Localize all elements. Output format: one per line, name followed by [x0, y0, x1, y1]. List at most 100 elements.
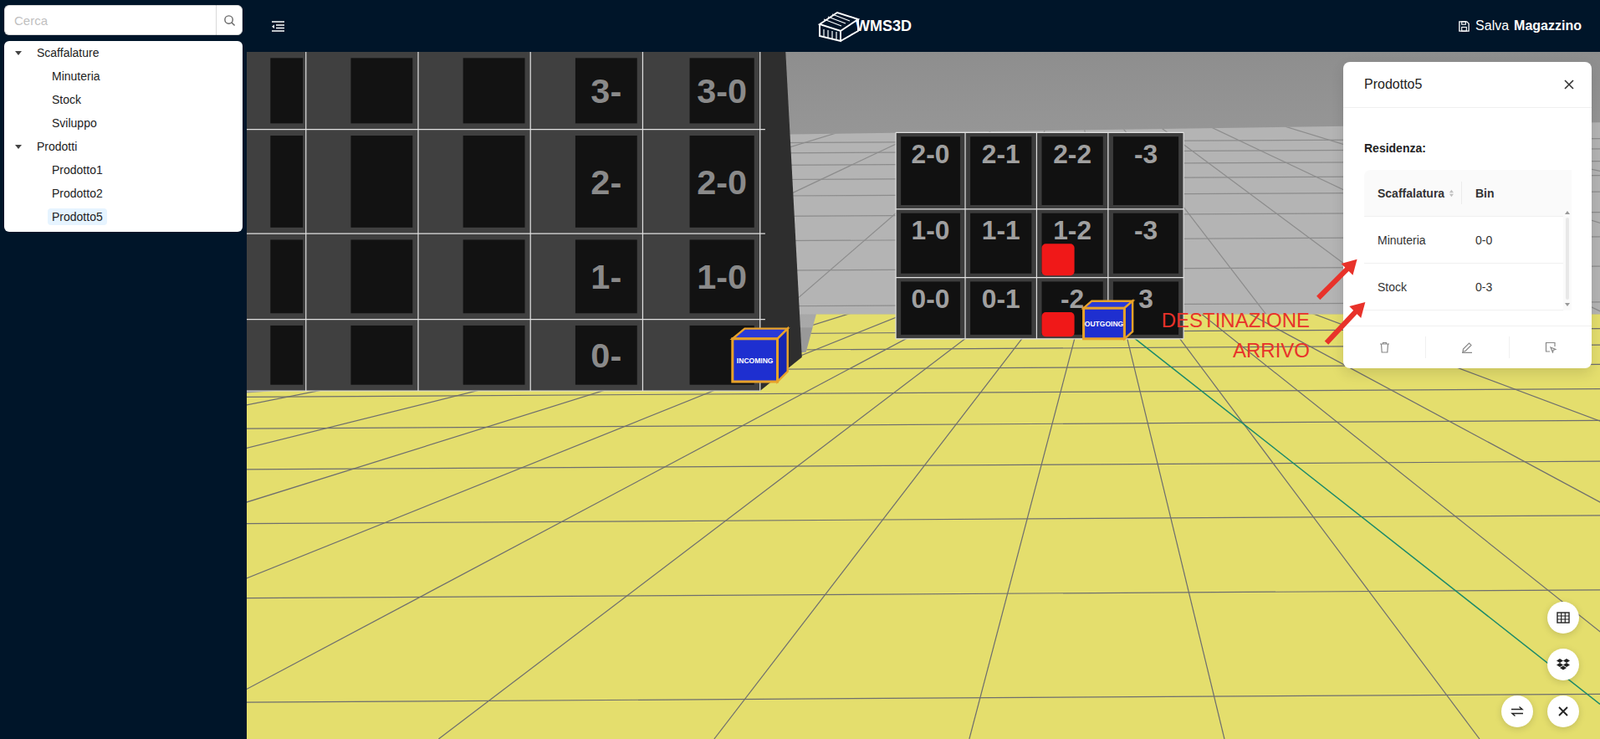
caret-icon[interactable] [14, 142, 23, 151]
sort-icon[interactable] [1448, 188, 1455, 199]
swap-icon [1510, 705, 1524, 717]
select-icon [1544, 341, 1557, 353]
tree-group[interactable]: Scaffalature [4, 40, 243, 65]
app: Scaffalature Minuteria Stock Sviluppo Prodot… [0, 0, 1600, 739]
table-icon [1556, 611, 1570, 624]
tree-item[interactable]: Sviluppo [4, 111, 243, 135]
dropbox-icon [1555, 657, 1571, 671]
bin-label-plate [575, 57, 638, 123]
bin-label-plate [350, 57, 413, 123]
arrow [1318, 266, 1350, 298]
bin-label: 1- [590, 256, 622, 297]
save-label: Salva [1475, 18, 1509, 34]
arrow-head [1341, 259, 1358, 276]
table-header: Scaffalatura Bin [1364, 169, 1564, 217]
caret-icon[interactable] [14, 48, 23, 57]
bin-label: 2-1 [981, 138, 1021, 169]
tree-label: Minuteria [47, 67, 105, 85]
warehouse-icon [817, 9, 861, 43]
bin-label-plate [270, 239, 303, 313]
swap-button[interactable] [1501, 695, 1534, 727]
bin[interactable]: 2-2 [1042, 136, 1104, 205]
bin-label-plate [690, 57, 755, 123]
tree-item[interactable]: Minuteria [4, 64, 243, 88]
bin-label: 2-2 [1053, 138, 1092, 169]
close-icon [1557, 705, 1570, 717]
scene-canvas[interactable]: 3-3-02-2-01-1-00-INCOMING2-02-12-2-31-01… [246, 51, 1600, 739]
bin-label: 0- [590, 335, 622, 375]
save-button[interactable]: SalvaMagazzino [1457, 15, 1582, 37]
bin-label-plate [270, 57, 303, 123]
bin-label-plate [690, 135, 755, 228]
table-row[interactable]: Stock0-3 [1364, 263, 1564, 311]
tree-item[interactable]: Prodotto5 [4, 204, 243, 229]
column-label: Scaffalatura [1377, 186, 1445, 200]
bin[interactable]: 1-1 [970, 213, 1032, 274]
residence-table: Scaffalatura BinMinuteria0-0Stock0-3 [1364, 169, 1572, 311]
search-input[interactable] [4, 5, 216, 36]
tree-item[interactable]: Prodotto1 [4, 158, 243, 182]
tree-item[interactable]: Prodotto2 [4, 181, 243, 205]
bin[interactable]: -3 [1113, 136, 1179, 205]
delete-button[interactable] [1343, 336, 1427, 358]
bin-label: 1-0 [696, 256, 747, 297]
bin[interactable]: 0-0 [900, 281, 961, 334]
right-rack[interactable]: 2-02-12-2-31-01-11-2-30-00-1-23 [895, 132, 1184, 338]
search-bar [4, 5, 243, 36]
bin[interactable]: 1-0 [900, 213, 961, 274]
outgoing-label: OUTGOING [1084, 319, 1125, 328]
bin-label: 0-1 [981, 283, 1021, 314]
edit-button[interactable] [1426, 336, 1509, 358]
search-button[interactable] [215, 5, 243, 36]
select-button[interactable] [1509, 336, 1592, 358]
table-button[interactable] [1547, 601, 1580, 634]
product-box[interactable] [1042, 243, 1075, 276]
scroll-thumb[interactable] [1565, 217, 1570, 300]
save-target: Magazzino [1513, 18, 1582, 34]
close-scene-button[interactable] [1547, 695, 1580, 727]
arrow-head [1349, 301, 1365, 318]
bin-cell: 0-0 [1461, 216, 1564, 263]
incoming-box[interactable]: INCOMING [732, 328, 788, 382]
scroll-down-icon[interactable] [1564, 301, 1571, 307]
bin-label: 1-0 [911, 214, 951, 246]
outgoing-box[interactable]: OUTGOING [1083, 301, 1134, 339]
panel-title: Prodotto5 [1364, 76, 1422, 93]
tree-label: Prodotti [32, 138, 82, 155]
bin-label-plate [575, 239, 638, 313]
annotation: DESTINAZIONEARRIVO [1161, 305, 1310, 366]
bin-label-plate [463, 239, 526, 313]
panel-actions [1343, 325, 1592, 369]
tree-label: Prodotto5 [47, 208, 108, 225]
arrow [1326, 310, 1358, 343]
product-box[interactable] [1042, 311, 1075, 337]
table-row[interactable]: Minuteria0-0 [1364, 216, 1564, 264]
bin-label-plate [270, 135, 303, 228]
floating-button-row [1501, 695, 1580, 727]
scroll-up-icon[interactable] [1564, 209, 1571, 215]
menu-toggle[interactable] [267, 16, 289, 36]
search-icon [223, 14, 236, 27]
column-header[interactable]: Scaffalatura [1364, 181, 1462, 205]
scrollbar[interactable] [1563, 169, 1572, 311]
bin[interactable]: -3 [1113, 213, 1179, 274]
dropbox-button[interactable] [1547, 648, 1580, 680]
close-button[interactable] [1559, 75, 1579, 94]
bin[interactable]: 2-1 [970, 136, 1032, 205]
bin-label-plate [463, 325, 526, 385]
left-rack[interactable]: 3-3-02-2-01-1-00- [246, 51, 803, 391]
bin[interactable]: 2-0 [900, 136, 961, 205]
tree-label: Stock [47, 91, 86, 108]
column-header[interactable]: Bin [1461, 169, 1564, 216]
tree-label: Sviluppo [47, 114, 102, 132]
bin[interactable]: 0-1 [970, 281, 1032, 334]
tree-label: Prodotto1 [47, 161, 108, 179]
tree-item[interactable]: Stock [4, 87, 243, 112]
bin-label-plate [575, 135, 638, 228]
tree-group[interactable]: Prodotti [4, 134, 243, 159]
bin-label-plate [350, 325, 413, 385]
top-bar: WMS3DSalvaMagazzino [246, 0, 1600, 52]
bin[interactable]: 1-2 [1042, 213, 1104, 276]
bin-cell: 0-3 [1461, 263, 1564, 310]
bin-label-plate [270, 325, 303, 385]
